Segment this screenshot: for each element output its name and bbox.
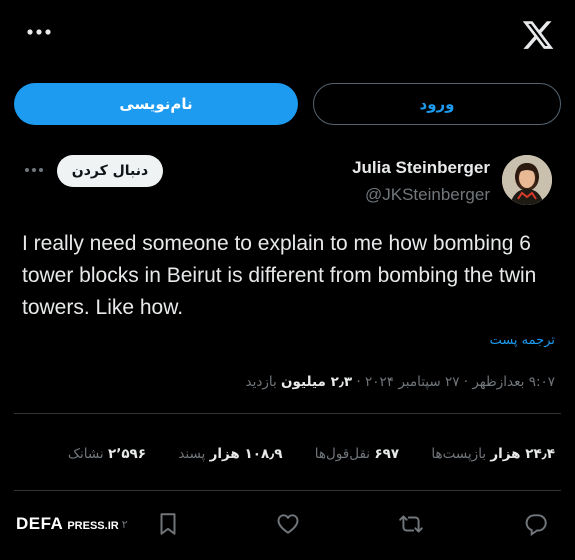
translate-link[interactable]: ترجمه پست bbox=[490, 333, 555, 348]
avatar[interactable] bbox=[502, 155, 552, 205]
divider-bottom bbox=[14, 490, 561, 491]
author-handle[interactable]: @JKSteinberger bbox=[365, 185, 490, 205]
stat-bookmarks[interactable]: ۲٬۵۹۶ نشانک bbox=[68, 446, 146, 462]
reply-icon[interactable] bbox=[523, 511, 549, 537]
three-dots-icon[interactable] bbox=[26, 28, 52, 36]
watermark-site: PRESS.IR bbox=[67, 520, 119, 532]
divider-top bbox=[14, 413, 561, 414]
stat-quotes[interactable]: ۶۹۷ نقل‌قول‌ها bbox=[315, 446, 399, 462]
engagement-stats: ۲۴٫۴ هزار بازپست‌ها ۶۹۷ نقل‌قول‌ها ۱۰۸٫۹… bbox=[68, 446, 555, 462]
watermark-brand: DEFA bbox=[16, 514, 64, 533]
retweet-icon[interactable] bbox=[398, 511, 424, 537]
tweet-more-icon[interactable] bbox=[24, 166, 44, 174]
author-name[interactable]: Julia Steinberger bbox=[352, 158, 490, 178]
follow-button[interactable]: دنبال کردن bbox=[57, 155, 163, 187]
timestamp[interactable]: ۹:۰۷ بعدازظهر · ۲۷ سپتامبر ۲۰۲۴ · bbox=[352, 374, 555, 390]
views-count: ۲٫۳ میلیون bbox=[281, 374, 353, 390]
x-logo-icon[interactable] bbox=[521, 18, 555, 52]
signup-button[interactable]: نام‌نویسی bbox=[14, 83, 298, 125]
bookmark-icon[interactable] bbox=[155, 511, 181, 537]
bookmark-count: ۲ bbox=[121, 518, 128, 531]
login-button[interactable]: ورود bbox=[313, 83, 561, 125]
stat-reposts[interactable]: ۲۴٫۴ هزار بازپست‌ها bbox=[431, 446, 555, 462]
tweet-text: I really need someone to explain to me h… bbox=[22, 232, 537, 319]
stat-likes[interactable]: ۱۰۸٫۹ هزار پسند bbox=[178, 446, 282, 462]
watermark: DEFA PRESS.IR ۲ bbox=[16, 512, 128, 534]
heart-icon[interactable] bbox=[275, 511, 301, 537]
views-label: بازدید bbox=[245, 374, 282, 390]
top-bar bbox=[0, 0, 575, 70]
tweet-meta: ۹:۰۷ بعدازظهر · ۲۷ سپتامبر ۲۰۲۴ · ۲٫۳ می… bbox=[245, 374, 555, 390]
